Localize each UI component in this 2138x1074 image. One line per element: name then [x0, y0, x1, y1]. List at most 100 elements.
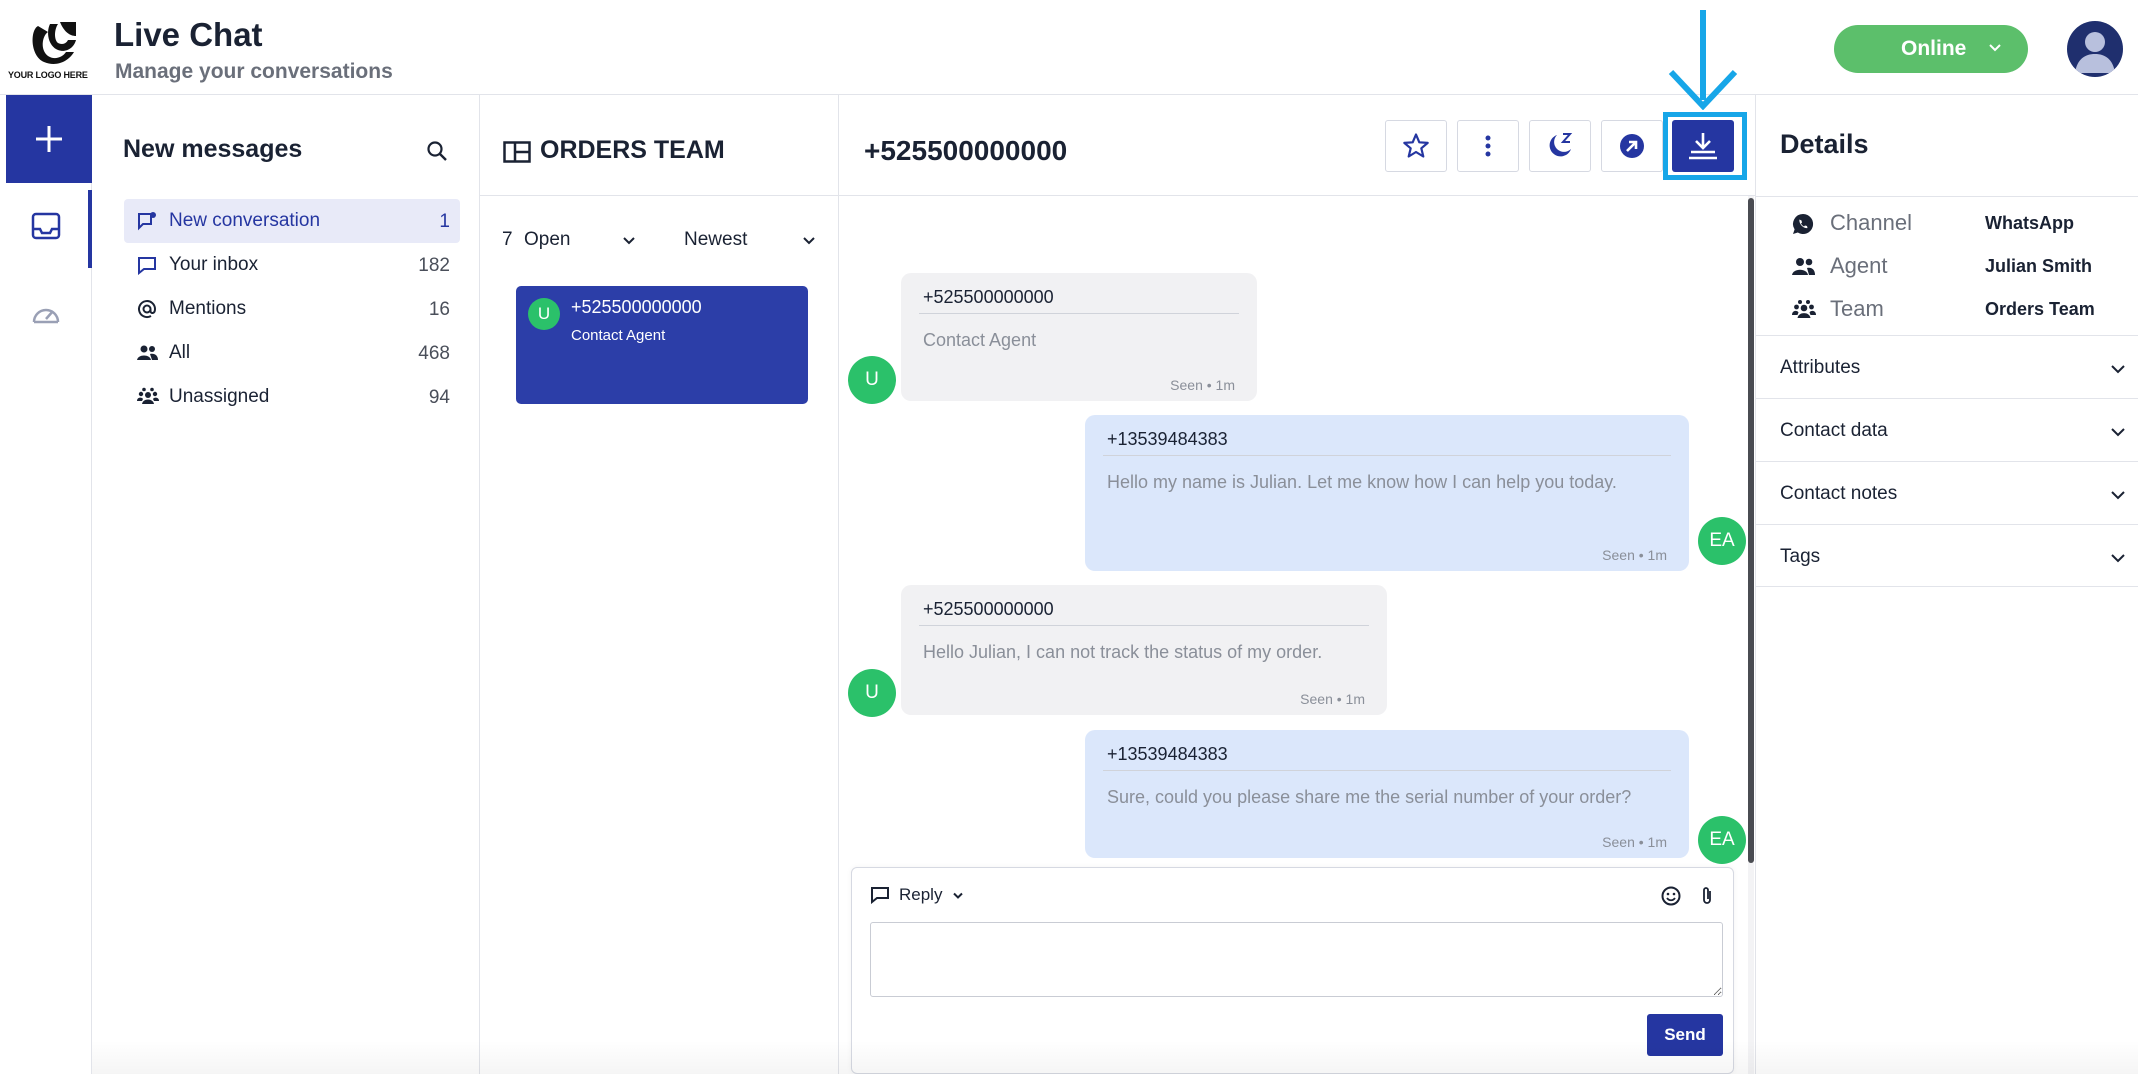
message-text: Contact Agent [923, 330, 1037, 350]
message-text: Hello my name is Julian. Let me know how… [1107, 472, 1617, 492]
detail-key: Agent [1830, 253, 1888, 278]
message-meta: Seen • 1m [1170, 377, 1235, 393]
company-logo[interactable]: YOUR LOGO HERE [8, 22, 94, 82]
snooze-icon [1549, 133, 1573, 157]
chat-header: +525500000000 [839, 95, 1756, 196]
avatar: U [848, 669, 896, 717]
message-time: 1m [1345, 691, 1365, 707]
chevron-down-icon[interactable] [622, 236, 636, 246]
accordion-tags[interactable]: Tags [1756, 524, 2138, 587]
sidebar-item-mentions[interactable]: Mentions 16 [124, 287, 460, 331]
sidebar-item-count: 182 [418, 255, 450, 276]
status-filter-dropdown[interactable]: Open [524, 229, 570, 251]
accordion-label: Contact notes [1780, 483, 1898, 504]
reply-mode-dropdown[interactable]: Reply [899, 885, 942, 905]
compose-button[interactable] [6, 95, 92, 183]
message-status: Seen [1602, 834, 1635, 850]
nav-rail [0, 95, 92, 1074]
accordion-contact-notes[interactable]: Contact notes [1756, 461, 2138, 524]
message-meta: Seen • 1m [1602, 834, 1667, 850]
app-header: YOUR LOGO HERE Live Chat Manage your con… [0, 0, 2138, 95]
meta-separator: • [1206, 377, 1212, 393]
logo-text: YOUR LOGO HERE [8, 70, 88, 80]
details-panel: Details Channel WhatsApp Agent Julian Sm… [1756, 95, 2138, 1074]
accordion-attributes[interactable]: Attributes [1756, 335, 2138, 398]
message-text: Sure, could you please share me the seri… [1107, 787, 1632, 807]
sidebar-item-count: 468 [418, 343, 450, 364]
sidebar-item-unassigned[interactable]: Unassigned 94 [124, 375, 460, 419]
message-bubble-outgoing: +13539484383 Hello my name is Julian. Le… [1085, 415, 1689, 571]
detail-value: WhatsApp [1985, 213, 2074, 233]
accordion-contact-data[interactable]: Contact data [1756, 398, 2138, 461]
paperclip-icon[interactable] [1700, 885, 1714, 907]
accordion-label: Contact data [1780, 420, 1888, 441]
search-icon [427, 141, 447, 161]
inbox-icon [31, 212, 61, 240]
message-time: 1m [1647, 547, 1667, 563]
status-dropdown[interactable]: Online [1834, 25, 2028, 73]
details-title: Details [1780, 129, 1869, 159]
avatar: U [848, 356, 896, 404]
message-bubble-incoming: +525500000000 Hello Julian, I can not tr… [901, 585, 1387, 715]
share-arrow-icon [1620, 134, 1644, 158]
message-meta: Seen • 1m [1300, 691, 1365, 707]
agent-icon [1792, 258, 1815, 275]
avatar: EA [1698, 816, 1746, 864]
download-button[interactable] [1672, 120, 1734, 172]
reply-input[interactable] [870, 922, 1723, 997]
share-button[interactable] [1601, 120, 1663, 172]
sidebar-item-label: New conversation [169, 210, 321, 231]
panel-title: New messages [123, 135, 303, 163]
snooze-button[interactable] [1529, 120, 1591, 172]
chevron-down-icon[interactable] [952, 892, 964, 900]
message-status: Seen [1602, 547, 1635, 563]
scrollbar-thumb[interactable] [1748, 198, 1754, 863]
chevron-down-icon[interactable] [802, 236, 816, 246]
star-icon [1403, 133, 1429, 158]
detail-value: Julian Smith [1985, 256, 2093, 276]
search-button[interactable] [426, 140, 448, 162]
speedometer-icon [32, 308, 60, 324]
logo-mark-icon [32, 22, 76, 64]
divider [919, 313, 1239, 314]
page-title: Live Chat [114, 16, 263, 53]
user-avatar[interactable] [2067, 21, 2123, 77]
accordion-label: Tags [1780, 546, 1821, 567]
conversation-subtitle: Contact Agent [571, 327, 666, 344]
sort-dropdown[interactable]: Newest [684, 229, 747, 251]
sidebar-item-label: All [169, 342, 191, 363]
meta-separator: • [1336, 691, 1342, 707]
whatsapp-icon [1793, 213, 1814, 234]
detail-value: Orders Team [1985, 299, 2095, 319]
sidebar-item-label: Unassigned [169, 386, 270, 407]
chat-bubble-icon [871, 887, 889, 904]
star-button[interactable] [1385, 120, 1447, 172]
chevron-down-icon [2111, 491, 2125, 500]
chevron-down-icon [2111, 428, 2125, 437]
message-bubble-outgoing: +13539484383 Sure, could you please shar… [1085, 730, 1689, 858]
sidebar-item-new-conversation[interactable]: New conversation 1 [124, 199, 460, 243]
sidebar-item-count: 94 [428, 387, 450, 408]
avatar: U [528, 298, 560, 330]
conversation-card[interactable]: U +525500000000 Contact Agent [516, 286, 808, 404]
conversations-panel: ORDERS TEAM 7 Open Newest U +52550000000… [480, 95, 839, 1074]
emoji-icon[interactable] [1660, 885, 1682, 907]
more-options-button[interactable] [1457, 120, 1519, 172]
new-chat-icon [138, 212, 156, 231]
divider [1756, 196, 2138, 197]
bottom-fade [92, 1040, 2138, 1074]
team-title: ORDERS TEAM [540, 136, 725, 164]
sidebar-item-your-inbox[interactable]: Your inbox 182 [124, 243, 460, 287]
rail-dashboard-button[interactable] [30, 298, 62, 328]
people-icon [137, 345, 158, 360]
meta-separator: • [1638, 547, 1644, 563]
sidebar-item-all[interactable]: All 468 [124, 331, 460, 375]
message-time: 1m [1647, 834, 1667, 850]
message-meta: Seen • 1m [1602, 547, 1667, 563]
conversations-header: ORDERS TEAM [480, 95, 839, 196]
sidebar-item-count: 1 [439, 211, 450, 232]
chevron-down-icon [2111, 554, 2125, 563]
message-status: Seen [1170, 377, 1203, 393]
rail-inbox-button[interactable] [30, 211, 62, 241]
chat-panel: +525500000000 +525500000000 Contact Agen… [839, 95, 1756, 1074]
